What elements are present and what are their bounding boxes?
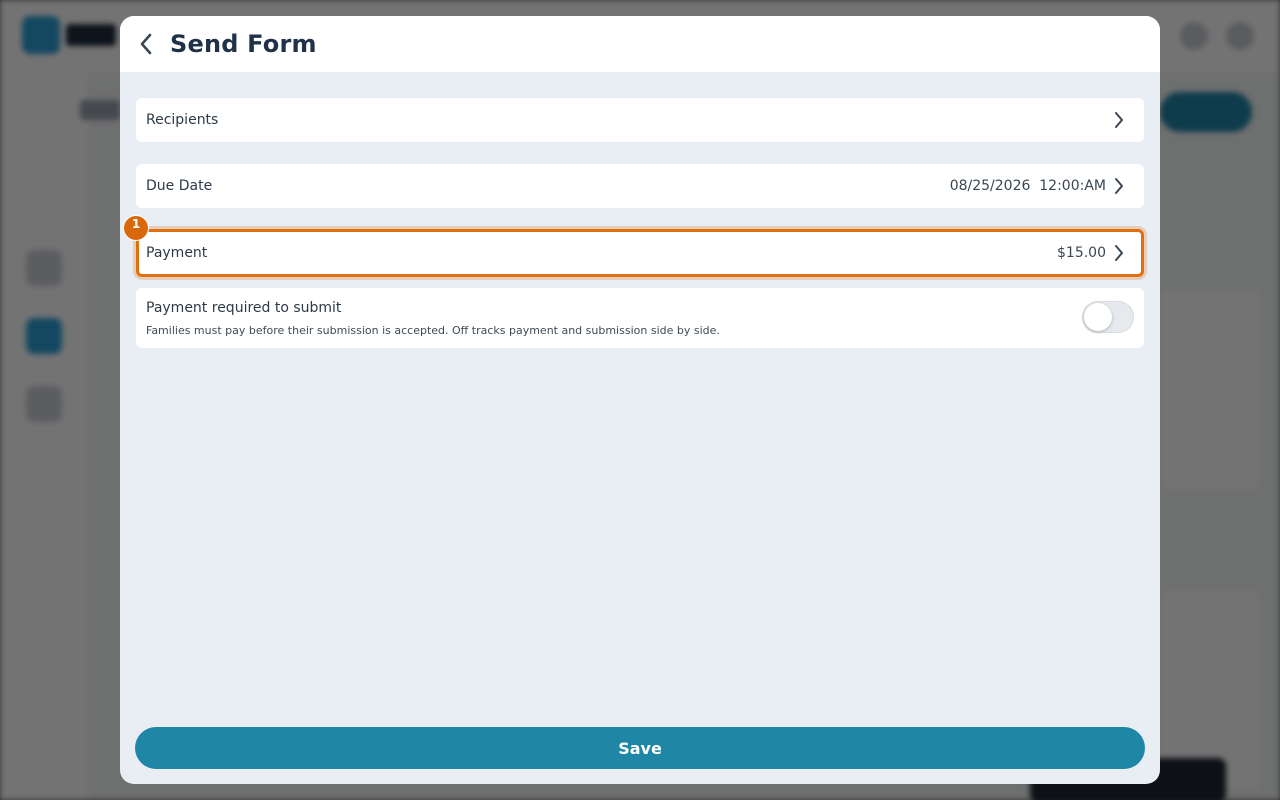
modal-header: Send Form [120,16,1160,72]
chevron-left-icon [140,33,152,55]
send-form-modal: Send Form Recipients Due Date 08/25/2026… [120,16,1160,784]
payment-row[interactable]: Payment $15.00 [136,229,1144,277]
chevron-right-icon [1112,111,1126,129]
step-badge: 1 [123,215,149,241]
payment-required-description: Families must pay before their submissio… [146,324,720,337]
payment-required-toggle[interactable] [1082,301,1134,333]
save-button[interactable]: Save [135,727,1145,769]
due-date-row[interactable]: Due Date 08/25/2026 12:00:AM [136,164,1144,208]
payment-required-title: Payment required to submit [146,300,342,316]
due-date-label: Due Date [146,178,213,194]
payment-value: $15.00 [1057,245,1106,261]
chevron-right-icon [1112,244,1126,262]
due-date-value: 08/25/2026 12:00:AM [949,178,1106,194]
recipients-label: Recipients [146,112,219,128]
recipients-row[interactable]: Recipients [136,98,1144,142]
payment-label: Payment [146,245,208,261]
payment-required-text: Payment required to submit Families must… [146,288,1082,337]
chevron-right-icon [1112,177,1126,195]
payment-required-row: Payment required to submit Families must… [136,288,1144,348]
modal-title: Send Form [170,30,317,58]
toggle-knob [1084,303,1112,331]
back-button[interactable] [126,24,166,64]
